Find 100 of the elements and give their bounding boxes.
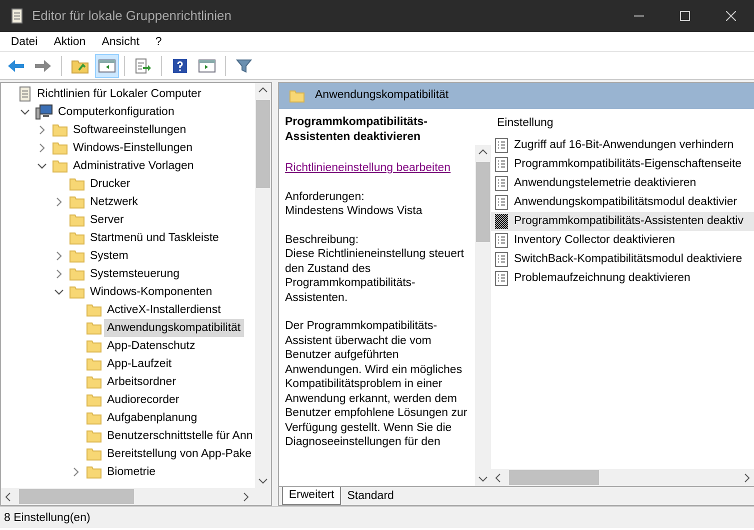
folder-icon — [86, 375, 102, 389]
tree-item[interactable]: Benutzerschnittstelle für Ann — [104, 427, 256, 445]
folder-icon — [86, 303, 102, 317]
folder-icon — [86, 393, 102, 407]
scroll-thumb[interactable] — [19, 489, 134, 504]
maximize-icon — [680, 11, 690, 21]
status-text: 8 Einstellung(en) — [4, 512, 90, 524]
tree-item[interactable]: Bereitstellung von App-Pake — [104, 445, 254, 463]
setting-icon — [495, 157, 508, 172]
export-icon — [134, 58, 152, 74]
pane-title: Anwendungskompatibilität — [315, 88, 449, 104]
tree-item[interactable]: Startmenü und Taskleiste — [87, 229, 222, 247]
setting-icon — [495, 176, 508, 192]
setting-icon — [495, 138, 508, 154]
setting-row[interactable]: Inventory Collector deaktivieren — [491, 231, 754, 250]
chevron-icon[interactable] — [54, 269, 64, 279]
folder-icon — [69, 285, 85, 299]
help-icon — [172, 58, 188, 74]
folder-icon — [86, 465, 102, 479]
tree-item[interactable]: ActiveX-Installerdienst — [104, 301, 224, 319]
back-icon — [7, 58, 25, 72]
folder-icon — [69, 195, 85, 209]
chevron-icon[interactable] — [37, 125, 47, 135]
folder-icon — [52, 123, 68, 137]
scroll-thumb[interactable] — [256, 100, 270, 188]
setting-row[interactable]: Programmkompatibilitäts-Assistenten deaktiv — [491, 212, 754, 232]
setting-icon — [495, 271, 508, 286]
forward-icon — [34, 58, 52, 72]
description-text: Anforderungen: Mindestens Windows Vista — [285, 190, 424, 218]
description-text: Beschreibung: Diese Richtlinieneinstellung steuert den Zustand des Programmkompatibilitäts-Assistenten. — [285, 232, 465, 305]
tree-item[interactable]: System — [87, 247, 132, 265]
tree-item[interactable]: Server — [87, 211, 127, 229]
tree-item[interactable]: Administrative Vorlagen — [70, 157, 197, 175]
folder-icon — [86, 339, 102, 353]
tree-item[interactable]: Softwareeinstellungen — [70, 121, 190, 139]
tree-item[interactable]: Systemsteuerung — [87, 265, 182, 283]
folder-icon — [86, 447, 102, 461]
tree-item[interactable]: Netzwerk — [87, 193, 141, 211]
tree-item[interactable]: App-Datenschutz — [104, 337, 198, 355]
view-tab[interactable]: Standard — [341, 487, 400, 505]
setting-row[interactable]: Zugriff auf 16-Bit-Anwendungen verhindern — [491, 136, 754, 156]
folder-icon — [69, 177, 85, 191]
menu-item[interactable]: Datei — [2, 32, 46, 52]
folder-icon — [86, 357, 102, 371]
tree-item[interactable]: App-Laufzeit — [104, 355, 175, 373]
scroll-thumb[interactable] — [476, 162, 490, 242]
filter-icon — [236, 58, 252, 74]
chevron-icon[interactable] — [37, 161, 47, 171]
tree-item[interactable]: Richtlinien für Lokaler Computer — [34, 85, 204, 103]
chevron-icon[interactable] — [54, 251, 64, 261]
chevron-icon[interactable] — [20, 107, 30, 117]
document-icon — [18, 86, 32, 102]
folder-up-icon — [70, 58, 89, 74]
scroll-thumb[interactable] — [509, 470, 599, 485]
column-header: Einstellung — [496, 116, 554, 131]
pane-button[interactable] — [94, 54, 118, 78]
folder-icon — [52, 159, 68, 173]
setting-icon — [495, 252, 508, 268]
view-tab[interactable]: Erweitert — [282, 487, 342, 505]
setting-icon — [495, 233, 508, 248]
folder-icon — [69, 249, 85, 263]
chevron-icon[interactable] — [37, 143, 47, 153]
setting-row[interactable]: Anwendungstelemetrie deaktivieren — [491, 174, 754, 194]
close-icon — [726, 11, 736, 21]
window-title: Editor für lokale Gruppenrichtlinien — [32, 7, 232, 26]
tree-item[interactable]: Audiorecorder — [104, 391, 182, 409]
folder-icon — [86, 321, 102, 335]
description-text: Der Programmkompatibilitäts-Assistent überwacht die vom Benutzer aufgeführten Anwendungen. Wird ein mögliches Kompatibilitätsproblem in einer Anwendung erkannt, werden dem Benutzer empfohlene Lösungen zur Verfügung gestellt. Wenn Sie die Diagnoseeinstellungen für den — [285, 319, 468, 450]
setting-row[interactable]: Problemaufzeichnung deaktivieren — [491, 269, 754, 288]
setting-row[interactable]: SwitchBack-Kompatibilitätsmodul deaktiviere — [491, 250, 754, 270]
menu-item[interactable]: Ansicht — [94, 32, 148, 52]
pane-icon — [98, 58, 116, 74]
tree-item[interactable]: Windows-Komponenten — [87, 283, 216, 301]
computer-icon — [35, 104, 53, 120]
menu-item[interactable]: ? — [147, 32, 170, 52]
folder-icon — [86, 411, 102, 425]
tree-item[interactable]: Aufgabenplanung — [104, 409, 200, 427]
tree-item[interactable]: Windows-Einstellungen — [70, 139, 196, 157]
chevron-icon[interactable] — [71, 467, 81, 477]
setting-row[interactable]: Anwendungskompatibilitätsmodul deaktivier — [491, 193, 754, 212]
view-icon — [198, 58, 216, 74]
folder-icon — [69, 267, 85, 281]
app-icon — [10, 8, 24, 24]
tree-item[interactable]: Anwendungskompatibilität — [104, 319, 244, 337]
folder-icon — [69, 231, 85, 245]
folder-icon — [52, 141, 68, 155]
tree-item[interactable]: Computerkonfiguration — [55, 103, 178, 121]
chevron-icon[interactable] — [54, 287, 64, 297]
tree-item[interactable]: Biometrie — [104, 463, 159, 481]
setting-icon — [495, 195, 508, 210]
folder-icon — [86, 429, 102, 443]
menu-item[interactable]: Aktion — [46, 32, 94, 52]
folder-icon — [289, 89, 305, 103]
policy-title: Programmkompatibilitäts-Assistenten deaktivieren — [285, 115, 428, 145]
folder-icon — [69, 213, 85, 227]
tree-item[interactable]: Arbeitsordner — [104, 373, 180, 391]
tree-item[interactable]: Drucker — [87, 175, 134, 193]
chevron-icon[interactable] — [54, 197, 64, 207]
setting-row[interactable]: Programmkompatibilitäts-Eigenschaftenseite — [491, 155, 754, 174]
edit-link[interactable]: Richtlinieneinstellung bearbeiten — [285, 162, 451, 174]
